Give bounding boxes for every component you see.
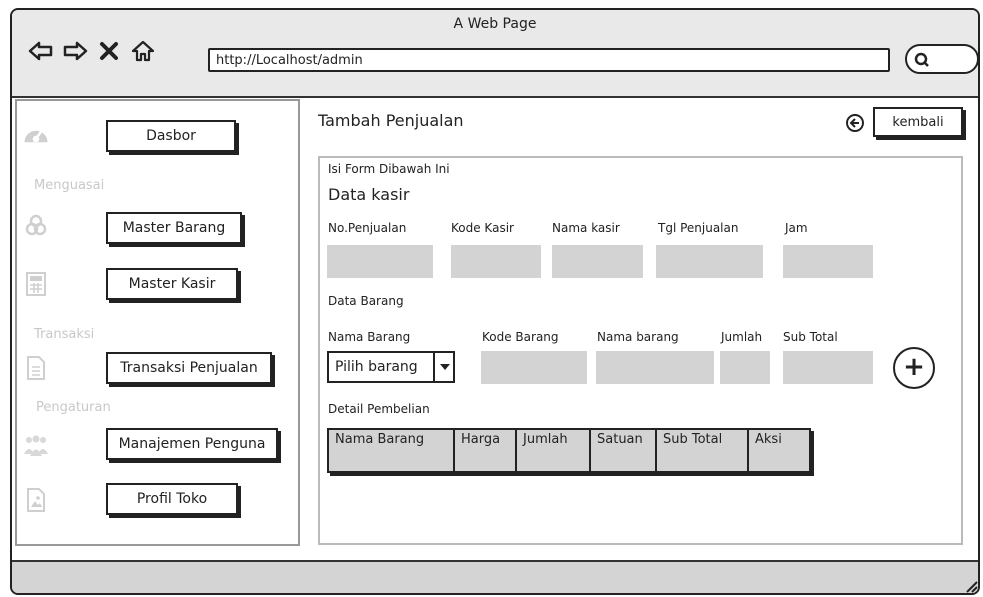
forward-arrow-icon[interactable] xyxy=(62,38,88,64)
recycle-icon xyxy=(22,212,50,240)
dropdown-toggle[interactable] xyxy=(433,353,453,381)
column-nama-barang: Nama Barang xyxy=(329,430,455,471)
column-jumlah: Jumlah xyxy=(517,430,591,471)
nav-controls xyxy=(28,38,156,64)
browser-titlebar: A Web Page http://Localhost/admin xyxy=(12,10,978,98)
nama-kasir-input[interactable] xyxy=(552,245,643,278)
tgl-penjualan-input[interactable] xyxy=(656,245,763,278)
section-menguasai: Menguasai xyxy=(34,178,105,193)
section-transaksi: Transaksi xyxy=(34,327,95,342)
kasir-section-heading: Data kasir xyxy=(328,185,410,204)
field-label-jumlah: Jumlah xyxy=(721,330,763,344)
users-icon xyxy=(22,432,50,460)
form-hint: Isi Form Dibawah Ini xyxy=(328,162,450,176)
document-icon xyxy=(22,354,50,382)
back-button[interactable]: kembali xyxy=(873,107,963,137)
dashboard-icon xyxy=(22,120,50,148)
column-sub-total: Sub Total xyxy=(657,430,749,471)
kode-kasir-input[interactable] xyxy=(451,245,541,278)
sidebar-item-transaksi-penjualan[interactable]: Transaksi Penjualan xyxy=(106,352,272,384)
back-arrow-icon[interactable] xyxy=(28,38,54,64)
url-input[interactable]: http://Localhost/admin xyxy=(208,48,890,72)
column-harga: Harga xyxy=(455,430,517,471)
close-icon[interactable] xyxy=(96,38,122,64)
field-label-tgl-penjualan: Tgl Penjualan xyxy=(658,221,739,235)
barang-select[interactable]: Pilih barang xyxy=(327,351,455,383)
resize-grip-icon[interactable] xyxy=(962,577,978,593)
sidebar-item-master-barang[interactable]: Master Barang xyxy=(106,212,242,244)
add-item-button[interactable]: + xyxy=(893,347,935,389)
detail-section-heading: Detail Pembelian xyxy=(328,402,430,416)
home-icon[interactable] xyxy=(130,38,156,64)
sidebar-item-dasbor[interactable]: Dasbor xyxy=(106,120,236,152)
field-label-jam: Jam xyxy=(785,221,808,235)
field-label-nama-barang: Nama Barang xyxy=(328,330,411,344)
field-label-kode-barang: Kode Barang xyxy=(482,330,559,344)
back-circle-icon[interactable] xyxy=(845,113,865,133)
sidebar xyxy=(15,99,300,546)
sidebar-item-profil-toko[interactable]: Profil Toko xyxy=(106,483,238,515)
field-label-nama-kasir: Nama kasir xyxy=(552,221,620,235)
calculator-icon xyxy=(22,270,50,298)
no-penjualan-input[interactable] xyxy=(327,245,433,278)
search-button[interactable] xyxy=(905,44,978,74)
nama-barang-input[interactable] xyxy=(596,351,714,384)
column-aksi: Aksi xyxy=(755,432,782,447)
field-label-nama-barang-2: Nama barang xyxy=(597,330,679,344)
chevron-down-icon xyxy=(440,364,450,370)
field-label-kode-kasir: Kode Kasir xyxy=(451,221,514,235)
jam-input[interactable] xyxy=(783,245,873,278)
jumlah-input[interactable] xyxy=(720,351,770,384)
window-title: A Web Page xyxy=(453,16,537,32)
page-title: Tambah Penjualan xyxy=(318,111,464,130)
sidebar-item-master-kasir[interactable]: Master Kasir xyxy=(106,268,238,300)
field-label-no-penjualan: No.Penjualan xyxy=(328,221,407,235)
search-icon xyxy=(914,52,929,67)
sub-total-input[interactable] xyxy=(783,351,873,384)
sidebar-item-manajemen-penguna[interactable]: Manajemen Penguna xyxy=(106,428,278,460)
kode-barang-input[interactable] xyxy=(481,351,587,384)
barang-select-value: Pilih barang xyxy=(335,359,418,375)
detail-table: Nama Barang Harga Jumlah Satuan Sub Tota… xyxy=(327,428,811,473)
image-icon xyxy=(22,486,50,514)
section-pengaturan: Pengaturan xyxy=(36,400,111,415)
field-label-sub-total: Sub Total xyxy=(783,330,838,344)
column-satuan: Satuan xyxy=(591,430,657,471)
status-bar xyxy=(12,560,978,593)
barang-section-heading: Data Barang xyxy=(328,294,404,308)
